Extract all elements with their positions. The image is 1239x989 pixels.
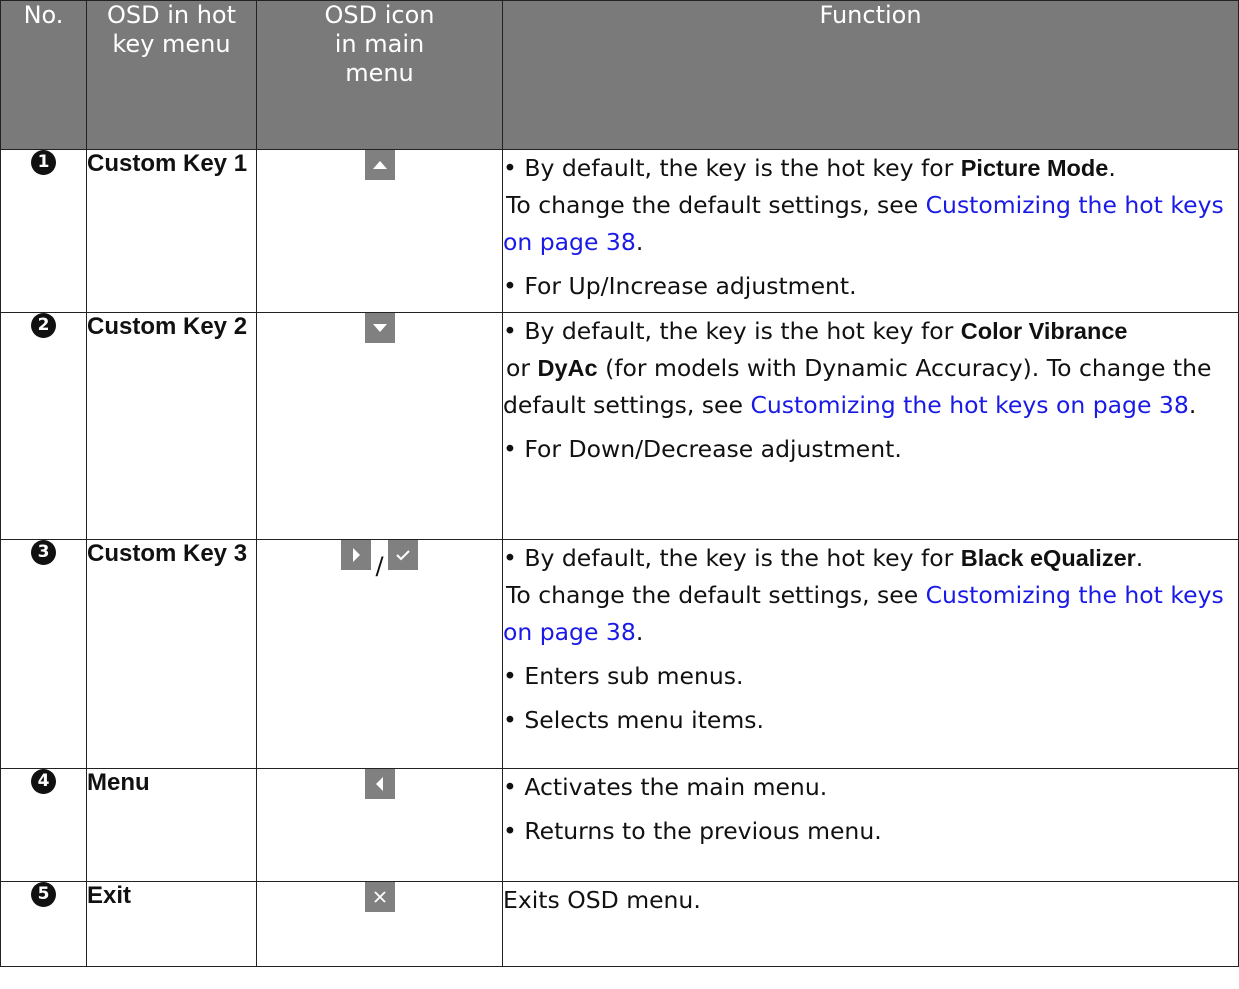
fn-text: . (635, 618, 644, 646)
header-osd-icon: OSD icon in main menu (256, 0, 503, 150)
fn-text: Returns to the previous menu. (524, 817, 882, 845)
right-triangle-icon (341, 540, 372, 570)
osd-key-name: Custom Key 1 (86, 149, 257, 313)
list-item: • For Down/Decrease adjustment. (503, 435, 902, 463)
fn-text: Activates the main menu. (524, 773, 828, 801)
osd-keys-table: No. OSD in hot key menu OSD icon in main… (0, 0, 1239, 967)
fn-plain-text: Exits OSD menu. (503, 886, 701, 914)
header-no: No. (0, 0, 87, 150)
fn-bold: DyAc (537, 355, 598, 381)
list-item: • Returns to the previous menu. (503, 817, 882, 845)
table-row: 4 Menu • Activates the main menu. • Retu… (0, 768, 1239, 882)
osd-key-name: Custom Key 2 (86, 312, 257, 540)
osd-key-name: Custom Key 3 (86, 539, 257, 769)
fn-text: By default, the key is the hot key for (524, 154, 961, 182)
row-number-badge: 1 (31, 150, 56, 175)
row-number-badge: 4 (31, 769, 56, 794)
row-number-badge: 2 (31, 313, 56, 338)
table-row: 3 Custom Key 3 / • By default, the key i… (0, 539, 1239, 769)
checkmark-icon (387, 540, 418, 570)
close-icon (364, 882, 395, 912)
fn-text: or (506, 354, 538, 382)
list-item: • Selects menu items. (503, 706, 764, 734)
up-triangle-icon (364, 150, 395, 180)
table-row: 5 Exit Exits OSD menu. (0, 881, 1239, 967)
header-osd-icon-label: OSD icon in main menu (324, 1, 435, 87)
table-header-row: No. OSD in hot key menu OSD icon in main… (0, 0, 1239, 150)
fn-text: By default, the key is the hot key for (524, 317, 961, 345)
fn-bold: Picture Mode (960, 155, 1109, 181)
list-item: • Enters sub menus. (503, 662, 744, 690)
fn-text: . (1135, 544, 1144, 572)
table-row: 1 Custom Key 1 • By default, the key is … (0, 149, 1239, 313)
left-triangle-icon (364, 769, 395, 799)
list-item: • By default, the key is the hot key for… (503, 544, 1224, 646)
fn-text: Selects menu items. (524, 706, 764, 734)
fn-text: For Down/Decrease adjustment. (524, 435, 902, 463)
fn-text: For Up/Increase adjustment. (524, 272, 857, 300)
list-item: • By default, the key is the hot key for… (503, 154, 1224, 256)
list-item: • For Up/Increase adjustment. (503, 272, 857, 300)
header-function: Function (502, 0, 1239, 150)
header-osd-hot-key: OSD in hot key menu (86, 0, 257, 150)
icon-separator: / (375, 552, 384, 580)
row-number-badge: 5 (31, 882, 56, 907)
table-row: 2 Custom Key 2 • By default, the key is … (0, 312, 1239, 540)
fn-bold: Color Vibrance (960, 318, 1128, 344)
fn-text: To change the default settings, see (506, 191, 926, 219)
row-number-badge: 3 (31, 540, 56, 565)
list-item: • Activates the main menu. (503, 773, 828, 801)
fn-text: To change the default settings, see (506, 581, 926, 609)
down-triangle-icon (364, 313, 395, 343)
page-link[interactable]: Customizing the hot keys on page 38 (750, 391, 1188, 419)
fn-text: By default, the key is the hot key for (524, 544, 961, 572)
fn-text: . (1108, 154, 1116, 182)
osd-key-name: Exit (86, 881, 257, 967)
fn-text: . (635, 228, 644, 256)
fn-bold: Black eQualizer (960, 545, 1136, 571)
fn-text: Enters sub menus. (524, 662, 744, 690)
fn-text: . (1188, 391, 1197, 419)
list-item: • By default, the key is the hot key for… (503, 317, 1212, 419)
osd-key-name: Menu (86, 768, 257, 882)
header-osd-hot-key-label: OSD in hot key menu (106, 1, 237, 58)
